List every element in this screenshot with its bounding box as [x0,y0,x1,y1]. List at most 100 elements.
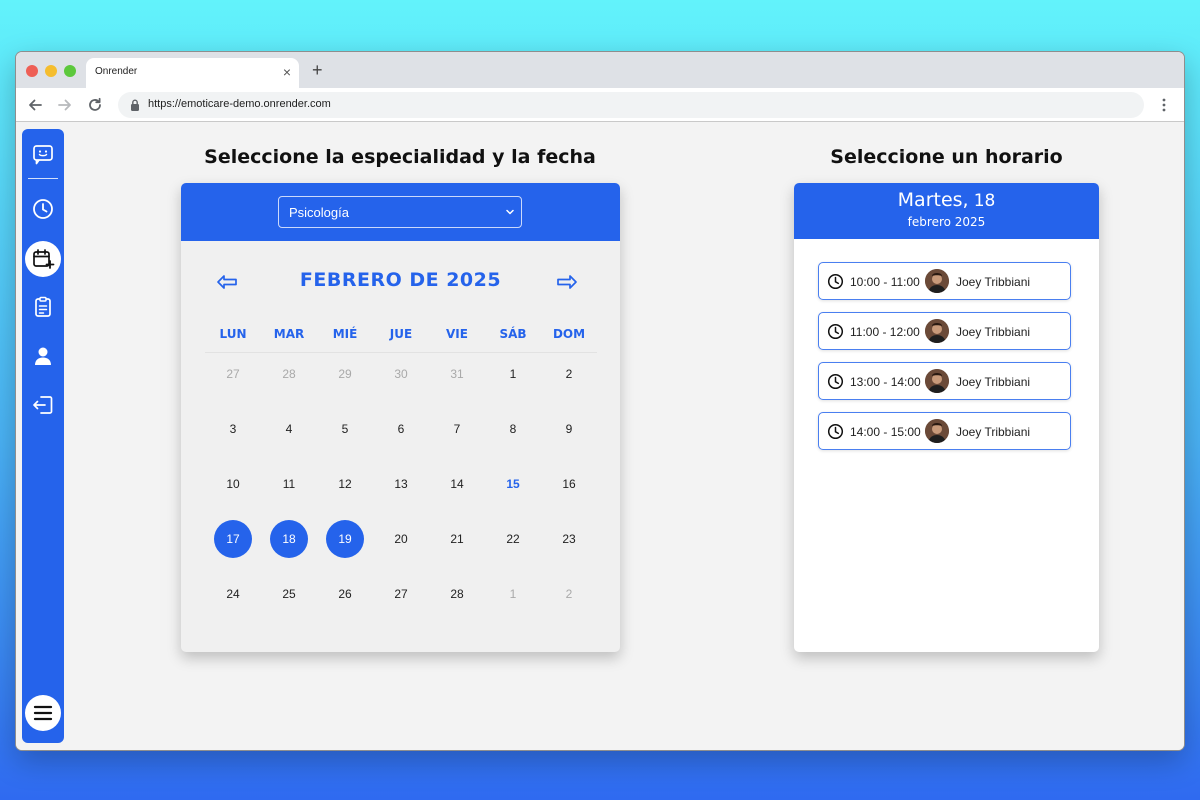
calendar-day[interactable]: 11 [270,465,308,503]
doctor-avatar [925,419,949,443]
calendar-day[interactable]: 28 [270,355,308,393]
clock-icon[interactable] [30,196,56,222]
calendar-day[interactable]: 17 [214,520,252,558]
calendar-day[interactable]: 27 [214,355,252,393]
calendar-day[interactable]: 27 [382,575,420,613]
calendar-day[interactable]: 3 [214,410,252,448]
calendar-add-icon [33,249,55,269]
next-month-arrow-icon[interactable] [556,273,578,291]
doctor-name: Joey Tribbiani [956,425,1031,439]
user-icon[interactable] [30,343,56,369]
maximize-window-icon[interactable] [64,65,76,77]
browser-toolbar: https://emoticare-demo.onrender.com [16,88,1184,122]
calendar-day[interactable]: 31 [438,355,476,393]
tab-close-icon[interactable]: × [283,64,291,80]
clock-icon [827,373,844,390]
calendar-day[interactable]: 22 [494,520,532,558]
minimize-window-icon[interactable] [45,65,57,77]
calendar-day[interactable]: 13 [382,465,420,503]
calendar-day[interactable]: 28 [438,575,476,613]
calendar-day[interactable]: 16 [550,465,588,503]
clock-icon [827,323,844,340]
clipboard-icon[interactable] [30,294,56,320]
calendar-days-grid: 27 28 29 30 31 1 2 3 4 5 6 7 8 9 10 11 12 13 14 15 16 17 18 19 2… [205,353,597,628]
doctor-avatar [925,319,949,343]
doctor-name: Joey Tribbiani [956,275,1031,289]
browser-menu-icon[interactable] [1156,97,1172,113]
calendar-day[interactable]: 24 [214,575,252,613]
chevron-down-icon [506,209,514,215]
doctor-avatar [925,369,949,393]
url-text: https://emoticare-demo.onrender.com [148,98,331,110]
browser-window: Onrender × + https://emoticare-demo.onre… [16,52,1184,750]
back-arrow-icon[interactable] [26,96,44,114]
calendar-header: Psicología [181,183,620,241]
reload-icon[interactable] [86,96,104,114]
selected-day-label: Martes, 18 [794,189,1099,211]
calendar-day[interactable]: 29 [326,355,364,393]
weekday-label: MIÉ [332,327,358,341]
calendar-day[interactable]: 7 [438,410,476,448]
schedule-heading: Seleccione un horario [830,146,1063,168]
time-slot[interactable]: 13:00 - 14:00 Joey Tribbiani [818,362,1071,400]
forward-arrow-icon[interactable] [56,96,74,114]
menu-button[interactable] [25,695,61,731]
hamburger-menu-icon [33,705,53,721]
time-slot[interactable]: 14:00 - 15:00 Joey Tribbiani [818,412,1071,450]
weekday-label: JUE [389,327,413,341]
selected-day-number: 18 [973,191,996,211]
chat-face-icon[interactable] [30,142,56,168]
logout-icon[interactable] [30,392,56,418]
calendar-day[interactable]: 21 [438,520,476,558]
address-bar[interactable]: https://emoticare-demo.onrender.com [118,92,1144,118]
calendar-day[interactable]: 23 [550,520,588,558]
time-slot[interactable]: 11:00 - 12:00 Joey Tribbiani [818,312,1071,350]
calendar-day[interactable]: 14 [438,465,476,503]
new-tab-button[interactable]: + [312,61,323,79]
calendar-day[interactable]: 15 [494,465,532,503]
calendar-day[interactable]: 12 [326,465,364,503]
tab-title: Onrender [95,66,138,77]
page-viewport: Seleccione la especialidad y la fecha Se… [16,122,1184,750]
calendar-day[interactable]: 5 [326,410,364,448]
weekday-header: LUN MAR MIÉ JUE VIE SÁB DOM [205,327,597,351]
calendar-day[interactable]: 9 [550,410,588,448]
slot-time: 10:00 - 11:00 [850,275,920,289]
browser-tab[interactable]: Onrender × [86,58,299,88]
calendar-day[interactable]: 1 [494,355,532,393]
lock-icon [131,99,139,111]
calendar-day[interactable]: 2 [550,355,588,393]
weekday-label: MAR [273,327,305,341]
tab-strip: Onrender × + [16,52,1184,88]
doctor-name: Joey Tribbiani [956,325,1031,339]
month-title: FEBRERO DE 2025 [299,269,502,291]
calendar-day[interactable]: 4 [270,410,308,448]
weekday-label: LUN [219,327,247,341]
calendar-day[interactable]: 19 [326,520,364,558]
calendar-day[interactable]: 2 [550,575,588,613]
calendar-day[interactable]: 20 [382,520,420,558]
calendar-day[interactable]: 30 [382,355,420,393]
specialty-select-value: Psicología [289,205,349,220]
calendar-day[interactable]: 25 [270,575,308,613]
sidebar-divider [28,178,58,179]
time-slot[interactable]: 10:00 - 11:00 Joey Tribbiani [818,262,1071,300]
previous-month-arrow-icon[interactable] [216,273,238,291]
weekday-label: SÁB [499,327,527,341]
sidebar-item-appointments[interactable] [25,241,61,277]
specialty-select[interactable]: Psicología [278,196,522,228]
schedule-card: Martes, 18 febrero 2025 10:00 - 11:00 Jo… [794,183,1099,652]
slot-time: 11:00 - 12:00 [850,325,920,339]
clock-icon [827,423,844,440]
selected-weekday: Martes, [897,189,969,211]
close-window-icon[interactable] [26,65,38,77]
calendar-day[interactable]: 8 [494,410,532,448]
doctor-name: Joey Tribbiani [956,375,1031,389]
calendar-day[interactable]: 10 [214,465,252,503]
weekday-label: VIE [446,327,468,341]
calendar-day[interactable]: 1 [494,575,532,613]
calendar-day[interactable]: 26 [326,575,364,613]
calendar-day[interactable]: 6 [382,410,420,448]
calendar-card: Psicología FEBRERO DE 2025 LUN MAR MIÉ JUE V… [181,183,620,652]
calendar-day[interactable]: 18 [270,520,308,558]
